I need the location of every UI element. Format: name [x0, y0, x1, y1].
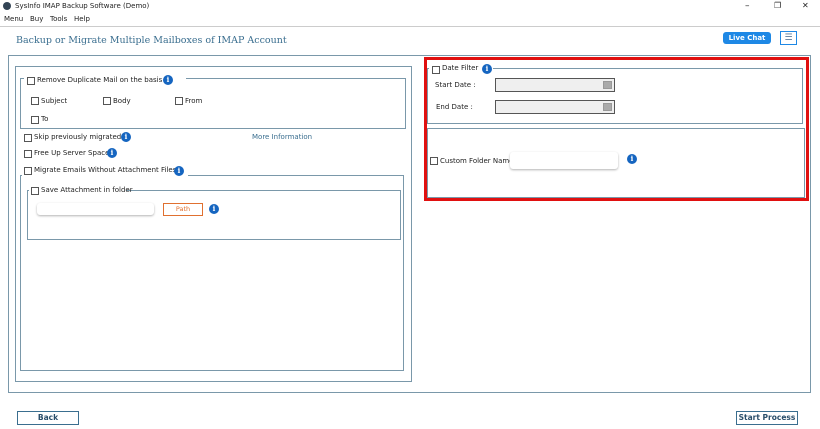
- more-information-link[interactable]: More Information: [252, 133, 312, 141]
- info-icon[interactable]: i: [209, 204, 219, 214]
- app-icon: [3, 2, 11, 10]
- duplicate-group: [20, 78, 406, 129]
- remove-duplicate-label: Remove Duplicate Mail on the basis: [37, 76, 163, 84]
- subject-label: Subject: [41, 97, 68, 105]
- from-label: From: [185, 97, 203, 105]
- skip-migrated-label: Skip previously migrated: [34, 133, 122, 141]
- info-icon[interactable]: i: [121, 132, 131, 142]
- save-attachment-label: Save Attachment in folder: [41, 186, 133, 194]
- hamburger-menu-button[interactable]: ☰: [780, 31, 797, 45]
- menu-buy[interactable]: Buy: [30, 15, 43, 23]
- date-filter-label: Date Filter: [442, 64, 479, 72]
- calendar-icon[interactable]: [603, 103, 612, 111]
- menu-tools[interactable]: Tools: [50, 15, 67, 23]
- custom-folder-label: Custom Folder Name: [440, 157, 514, 165]
- body-checkbox[interactable]: [103, 97, 111, 105]
- end-date-picker[interactable]: [495, 100, 615, 114]
- subject-checkbox[interactable]: [31, 97, 39, 105]
- live-chat-button[interactable]: Live Chat: [723, 32, 771, 44]
- menu-divider: [0, 26, 820, 27]
- to-label: To: [41, 115, 49, 123]
- menu-menu[interactable]: Menu: [4, 15, 23, 23]
- calendar-icon[interactable]: [603, 81, 612, 89]
- body-label: Body: [113, 97, 131, 105]
- start-date-label: Start Date :: [435, 81, 476, 89]
- path-input[interactable]: [37, 203, 154, 215]
- info-icon[interactable]: i: [482, 64, 492, 74]
- end-date-label: End Date :: [436, 103, 473, 111]
- custom-folder-checkbox[interactable]: [430, 157, 438, 165]
- to-checkbox[interactable]: [31, 116, 39, 124]
- date-filter-checkbox[interactable]: [432, 66, 440, 74]
- start-process-button[interactable]: Start Process: [736, 411, 798, 425]
- restore-button[interactable]: ❐: [774, 1, 781, 10]
- menu-help[interactable]: Help: [74, 15, 90, 23]
- close-button[interactable]: ✕: [802, 1, 809, 10]
- migrate-without-attachments-checkbox[interactable]: [24, 167, 32, 175]
- date-filter-group: [427, 68, 803, 124]
- start-date-picker[interactable]: [495, 78, 615, 92]
- save-attachment-checkbox[interactable]: [31, 187, 39, 195]
- skip-migrated-checkbox[interactable]: [24, 134, 32, 142]
- remove-duplicate-checkbox[interactable]: [27, 77, 35, 85]
- info-icon[interactable]: i: [174, 166, 184, 176]
- custom-folder-input[interactable]: [510, 152, 618, 169]
- back-button[interactable]: Back: [17, 411, 79, 425]
- info-icon[interactable]: i: [627, 154, 637, 164]
- path-button[interactable]: Path: [163, 203, 203, 216]
- free-up-checkbox[interactable]: [24, 150, 32, 158]
- migrate-without-label: Migrate Emails Without Attachment Files: [34, 166, 177, 174]
- from-checkbox[interactable]: [175, 97, 183, 105]
- free-up-label: Free Up Server Space: [34, 149, 110, 157]
- window-title: SysInfo IMAP Backup Software (Demo): [15, 2, 150, 10]
- save-attachment-group: [27, 190, 401, 240]
- page-title: Backup or Migrate Multiple Mailboxes of …: [16, 35, 287, 46]
- info-icon[interactable]: i: [107, 148, 117, 158]
- info-icon[interactable]: i: [163, 75, 173, 85]
- minimize-button[interactable]: –: [745, 1, 750, 11]
